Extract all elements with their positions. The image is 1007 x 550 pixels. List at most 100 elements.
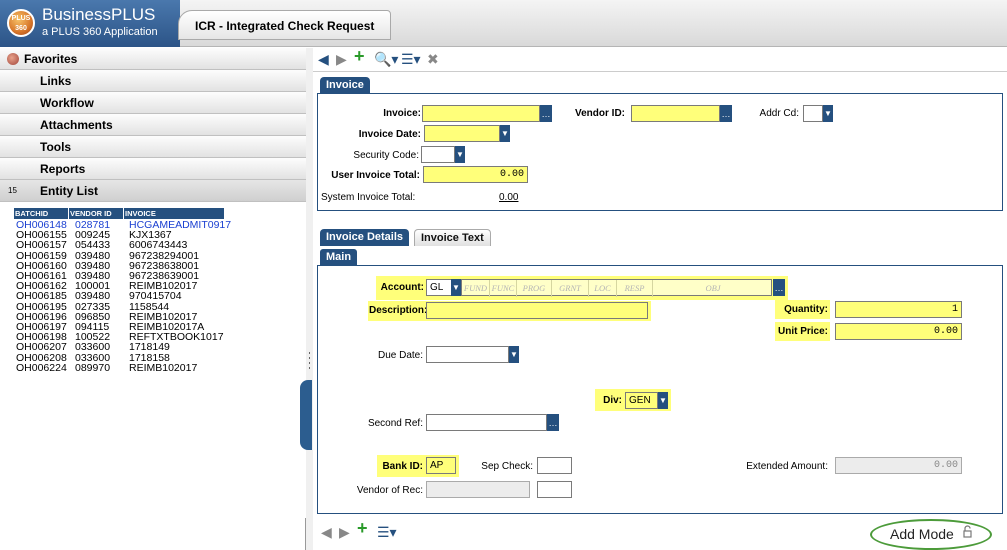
vendor-id-cell: 089970 (75, 361, 111, 374)
entity-list: BATCHID VENDOR ID INVOICE OH006148 028781… (0, 202, 306, 518)
panel-splitter[interactable] (306, 48, 313, 550)
due-date-field[interactable] (426, 346, 509, 363)
window-title-tab[interactable]: ICR - Integrated Check Request (178, 10, 392, 40)
column-header-invoice[interactable]: INVOICE (124, 208, 224, 219)
unit-price-field[interactable]: 0.00 (835, 323, 962, 340)
unit-price-label: Unit Price: (777, 326, 828, 337)
user-invoice-total-field[interactable]: 0.00 (423, 166, 528, 183)
previous-record-icon[interactable]: ◀ (321, 524, 332, 540)
sep-check-field[interactable] (537, 457, 572, 474)
sidebar-item-attachments[interactable]: Attachments (0, 114, 306, 136)
chevron-down-icon[interactable]: ▼ (509, 346, 519, 363)
sidebar-item-entity-list[interactable]: 15 Entity List (0, 180, 306, 202)
account-lookup-icon[interactable]: … (773, 279, 785, 296)
vendor-id-field[interactable] (631, 105, 720, 122)
chevron-down-icon[interactable]: ▼ (823, 105, 833, 122)
table-row[interactable]: OH006185 039480 970415704 (16, 290, 182, 303)
list-menu-icon[interactable]: ☰▾ (401, 51, 421, 67)
column-header-vendor-id[interactable]: VENDOR ID (69, 208, 123, 219)
table-row[interactable]: OH006157 054433 6006743443 (16, 239, 188, 252)
list-menu-icon[interactable]: ☰▾ (377, 524, 397, 540)
vendor-of-rec-field (426, 481, 530, 498)
sidebar-item-label: Links (40, 74, 72, 88)
vendor-of-rec-extra-field[interactable] (537, 481, 572, 498)
quantity-label: Quantity: (784, 304, 828, 315)
chevron-down-icon[interactable]: ▼ (500, 125, 510, 142)
vendor-id-label: Vendor ID: (574, 108, 625, 119)
segment-prog[interactable]: PROG (517, 280, 552, 297)
vendor-of-rec-label: Vendor of Rec: (356, 485, 423, 496)
segment-func[interactable]: FUNC (490, 280, 517, 297)
chevron-down-icon[interactable]: ▼ (451, 279, 461, 296)
tab-main[interactable]: Main (320, 249, 358, 266)
splitter-collapse-handle[interactable] (300, 380, 312, 450)
chevron-down-icon[interactable]: ▼ (455, 146, 465, 163)
segment-obj[interactable]: OBJ (653, 280, 773, 297)
batchid-cell: OH006224 (16, 361, 67, 374)
left-panel: Favorites Links Workflow Attachments Too… (0, 48, 306, 550)
account-type-field[interactable]: GL (426, 279, 453, 296)
segment-grnt[interactable]: GRNT (552, 280, 589, 297)
quantity-field[interactable]: 1 (835, 301, 962, 318)
sidebar-item-tools[interactable]: Tools (0, 136, 306, 158)
vendor-id-cell: 039480 (75, 290, 111, 303)
add-record-icon[interactable]: + (357, 519, 368, 537)
second-ref-lookup-icon[interactable]: … (547, 414, 559, 431)
brand-subtitle: a PLUS 360 Application (42, 26, 158, 38)
brand-name: BusinessPLUS (42, 5, 156, 24)
batchid-cell: OH006157 (16, 239, 67, 252)
invoice-cell: 970415704 (129, 290, 182, 303)
sidebar-item-reports[interactable]: Reports (0, 158, 306, 180)
second-ref-field[interactable] (426, 414, 547, 431)
extended-amount-label: Extended Amount: (746, 461, 828, 472)
invoice-cell: 1718149 (129, 341, 170, 354)
sidebar-item-favorites[interactable]: Favorites (0, 48, 306, 70)
chevron-down-icon[interactable]: ▼ (658, 392, 668, 409)
addr-cd-select[interactable] (803, 105, 823, 122)
description-field[interactable] (426, 302, 648, 319)
invoice-lookup-icon[interactable]: … (540, 105, 552, 122)
segment-resp[interactable]: RESP (617, 280, 653, 297)
unlock-icon[interactable] (963, 525, 972, 538)
invoice-field[interactable] (422, 105, 540, 122)
sidebar-item-label: Attachments (40, 118, 113, 132)
user-invoice-total-label: User Invoice Total: (331, 170, 420, 181)
tab-invoice[interactable]: Invoice (320, 77, 370, 94)
system-invoice-total-label: System Invoice Total: (321, 192, 416, 203)
extended-amount-field: 0.00 (835, 457, 962, 474)
column-header-batchid[interactable]: BATCHID (14, 208, 68, 219)
tools-icon[interactable]: ✖ (427, 51, 439, 67)
vendor-id-cell: 033600 (75, 341, 111, 354)
brand-area: PLUS 360 BusinessPLUS a PLUS 360 Applica… (0, 0, 180, 47)
addr-cd-label: Addr Cd: (759, 108, 799, 119)
invoice-date-field[interactable] (424, 125, 500, 142)
sidebar-item-label: Tools (40, 140, 72, 154)
add-record-icon[interactable]: + (354, 47, 365, 65)
previous-record-icon[interactable]: ◀ (318, 51, 329, 67)
vendor-id-cell: 054433 (75, 239, 111, 252)
batchid-cell: OH006207 (16, 341, 67, 354)
account-segments[interactable]: FUND FUNC PROG GRNT LOC RESP OBJ (461, 279, 773, 297)
table-row[interactable]: OH006224 089970 REIMB102017 (16, 361, 197, 374)
due-date-label: Due Date: (377, 350, 423, 361)
segment-fund[interactable]: FUND (462, 280, 490, 297)
tab-invoice-details[interactable]: Invoice Details (320, 229, 410, 246)
second-ref-label: Second Ref: (367, 418, 423, 429)
invoice-cell: 6006743443 (129, 239, 188, 252)
tab-invoice-text[interactable]: Invoice Text (414, 229, 491, 246)
sep-check-label: Sep Check: (481, 461, 533, 472)
div-label: Div: (603, 395, 622, 406)
search-icon[interactable]: 🔍▾ (374, 51, 398, 67)
sidebar-item-links[interactable]: Links (0, 70, 306, 92)
div-field[interactable]: GEN (625, 392, 658, 409)
table-row[interactable]: OH006207 033600 1718149 (16, 341, 170, 354)
bank-id-field[interactable]: AP (426, 457, 456, 474)
sidebar-item-workflow[interactable]: Workflow (0, 92, 306, 114)
vendor-lookup-icon[interactable]: … (720, 105, 732, 122)
next-record-icon[interactable]: ▶ (336, 51, 347, 67)
heart-icon (7, 53, 19, 65)
security-code-select[interactable] (421, 146, 455, 163)
next-record-icon[interactable]: ▶ (339, 524, 350, 540)
top-toolbar: ◀ ▶ + 🔍▾ ☰▾ ✖ (313, 47, 1007, 72)
segment-loc[interactable]: LOC (589, 280, 617, 297)
